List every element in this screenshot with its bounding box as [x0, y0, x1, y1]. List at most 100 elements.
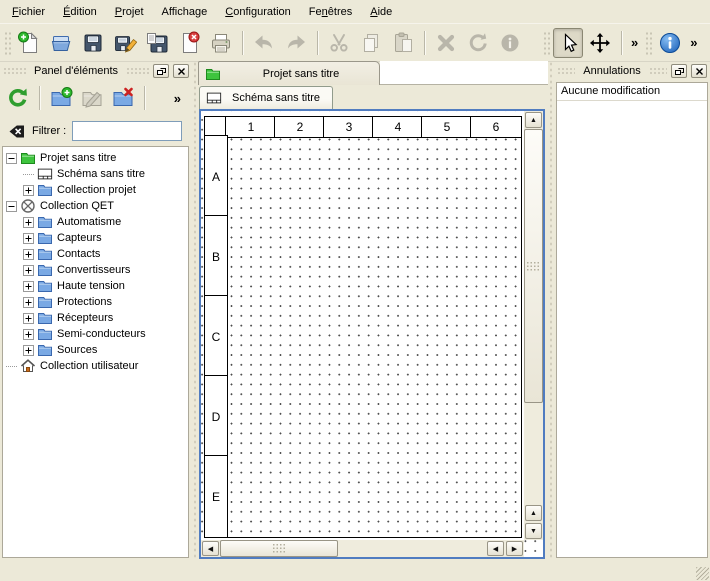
- open-project-button[interactable]: [46, 28, 76, 58]
- tree-item-haute-tension[interactable]: Haute tension: [3, 278, 188, 294]
- close-panel-button[interactable]: [691, 64, 707, 78]
- scroll-up-button[interactable]: ▲: [525, 112, 542, 128]
- collapse-icon[interactable]: [6, 201, 17, 212]
- expand-icon[interactable]: [23, 329, 34, 340]
- redo-button: [281, 28, 311, 58]
- schema-tab-label: Schéma sans titre: [232, 92, 320, 104]
- expand-icon[interactable]: [23, 313, 34, 324]
- tree-item-projet-sans-titre[interactable]: Projet sans titre: [3, 150, 188, 166]
- expand-icon[interactable]: [23, 297, 34, 308]
- diagram-view: 123456ABCDE▲▲▼◀◀▶: [199, 109, 545, 559]
- tree-item-convertisseurs[interactable]: Convertisseurs: [3, 262, 188, 278]
- filter-input[interactable]: [72, 121, 182, 141]
- undo-list: Aucune modification: [556, 82, 708, 558]
- float-panel-button[interactable]: [153, 64, 169, 78]
- menu-edition[interactable]: Édition: [55, 3, 105, 21]
- save-icon: [81, 31, 105, 55]
- toolbar-separator: [424, 31, 425, 55]
- expand-icon[interactable]: [23, 345, 34, 356]
- schema-icon: [206, 90, 222, 106]
- vertical-scrollbar[interactable]: ▲ ▲ ▼: [524, 111, 543, 540]
- toolbar-handle[interactable]: [542, 30, 550, 56]
- reload-collections-button[interactable]: [4, 84, 32, 112]
- info-blue-icon: [658, 31, 682, 55]
- new-category-button[interactable]: [47, 84, 75, 112]
- tree-item-label: Schéma sans titre: [57, 168, 149, 180]
- tree-item-schema-sans-titre[interactable]: Schéma sans titre: [3, 166, 188, 182]
- print-button[interactable]: [206, 28, 236, 58]
- diagram-info-button[interactable]: [655, 28, 685, 58]
- scroll-down-button[interactable]: ▼: [525, 523, 542, 539]
- horizontal-scrollbar[interactable]: ◀◀▶: [201, 540, 524, 557]
- tab-schema[interactable]: Schéma sans titre: [199, 86, 333, 109]
- project-folder-icon: [205, 66, 221, 82]
- float-panel-button[interactable]: [671, 64, 687, 78]
- menu-aide[interactable]: Aide: [362, 3, 400, 21]
- tree-item-collection-projet[interactable]: Collection projet: [3, 182, 188, 198]
- mode-overflow-button[interactable]: »: [628, 35, 641, 50]
- scroll-left-button-2[interactable]: ◀: [487, 541, 504, 556]
- dock-drag-texture[interactable]: [126, 67, 149, 75]
- expand-icon[interactable]: [23, 249, 34, 260]
- menu-bar: FichierÉditionProjetAffichageConfigurati…: [0, 0, 710, 23]
- tab-project[interactable]: Projet sans titre: [198, 61, 380, 85]
- collapse-icon[interactable]: [6, 153, 17, 164]
- vertical-scroll-thumb[interactable]: [524, 129, 543, 403]
- close-icon: [694, 66, 705, 77]
- tree-item-collection-utilisateur[interactable]: Collection utilisateur: [3, 358, 188, 374]
- menu-affichage[interactable]: Affichage: [154, 3, 216, 21]
- panel-overflow-button[interactable]: »: [171, 91, 184, 106]
- close-file-button[interactable]: [174, 28, 204, 58]
- expand-icon[interactable]: [23, 265, 34, 276]
- scroll-left-button[interactable]: ◀: [202, 541, 219, 556]
- tree-item-sources[interactable]: Sources: [3, 342, 188, 358]
- menu-fichier[interactable]: Fichier: [4, 3, 53, 21]
- close-panel-button[interactable]: [173, 64, 189, 78]
- tree-item-protections[interactable]: Protections: [3, 294, 188, 310]
- undo-list-item[interactable]: Aucune modification: [557, 83, 707, 101]
- menu-projet[interactable]: Projet: [107, 3, 152, 21]
- dock-drag-texture[interactable]: [557, 67, 575, 75]
- tree-item-collection-qet[interactable]: Collection QET: [3, 198, 188, 214]
- expand-icon[interactable]: [23, 217, 34, 228]
- info-gray-icon: [498, 31, 522, 55]
- scroll-right-button[interactable]: ▶: [506, 541, 523, 556]
- expand-icon[interactable]: [23, 233, 34, 244]
- tree-item-label: Haute tension: [57, 280, 129, 292]
- clear-filter-button[interactable]: [6, 121, 26, 141]
- menu-fenetres[interactable]: Fenêtres: [301, 3, 360, 21]
- folder-x-icon: [111, 86, 135, 110]
- save-all-button[interactable]: [142, 28, 172, 58]
- size-grip[interactable]: [696, 567, 709, 580]
- toolbar-handle[interactable]: [644, 30, 652, 56]
- folder-blue-icon: [37, 182, 53, 198]
- dock-drag-texture[interactable]: [649, 67, 667, 75]
- column-header-3: 3: [323, 116, 375, 138]
- save-as-button[interactable]: [110, 28, 140, 58]
- tree-item-contacts[interactable]: Contacts: [3, 246, 188, 262]
- scroll-mode-button[interactable]: [585, 28, 615, 58]
- delete-category-button[interactable]: [109, 84, 137, 112]
- select-mode-button[interactable]: [553, 28, 583, 58]
- paste-icon: [391, 31, 415, 55]
- copy-icon: [359, 31, 383, 55]
- tree-item-capteurs[interactable]: Capteurs: [3, 230, 188, 246]
- print-icon: [209, 31, 233, 55]
- undo-panel-title: Annulations: [579, 65, 645, 77]
- horizontal-scroll-thumb[interactable]: [220, 540, 338, 557]
- info-overflow-button[interactable]: »: [687, 35, 700, 50]
- tree-item-semi-conducteurs[interactable]: Semi-conducteurs: [3, 326, 188, 342]
- tree-item-recepteurs[interactable]: Récepteurs: [3, 310, 188, 326]
- elements-panel-dock: Panel d'éléments » Filtrer : Projet sans…: [0, 61, 192, 560]
- elements-tree: Projet sans titre Schéma sans titre Collec…: [2, 146, 189, 558]
- new-document-button[interactable]: [14, 28, 44, 58]
- toolbar-handle[interactable]: [3, 30, 11, 56]
- expand-icon[interactable]: [23, 281, 34, 292]
- save-button[interactable]: [78, 28, 108, 58]
- expand-icon[interactable]: [23, 185, 34, 196]
- tree-item-automatisme[interactable]: Automatisme: [3, 214, 188, 230]
- menu-configuration[interactable]: Configuration: [217, 3, 299, 21]
- diagram-canvas[interactable]: 123456ABCDE▲▲▼◀◀▶: [201, 111, 543, 557]
- scroll-up-button-2[interactable]: ▲: [525, 505, 542, 521]
- dock-drag-texture[interactable]: [3, 67, 26, 75]
